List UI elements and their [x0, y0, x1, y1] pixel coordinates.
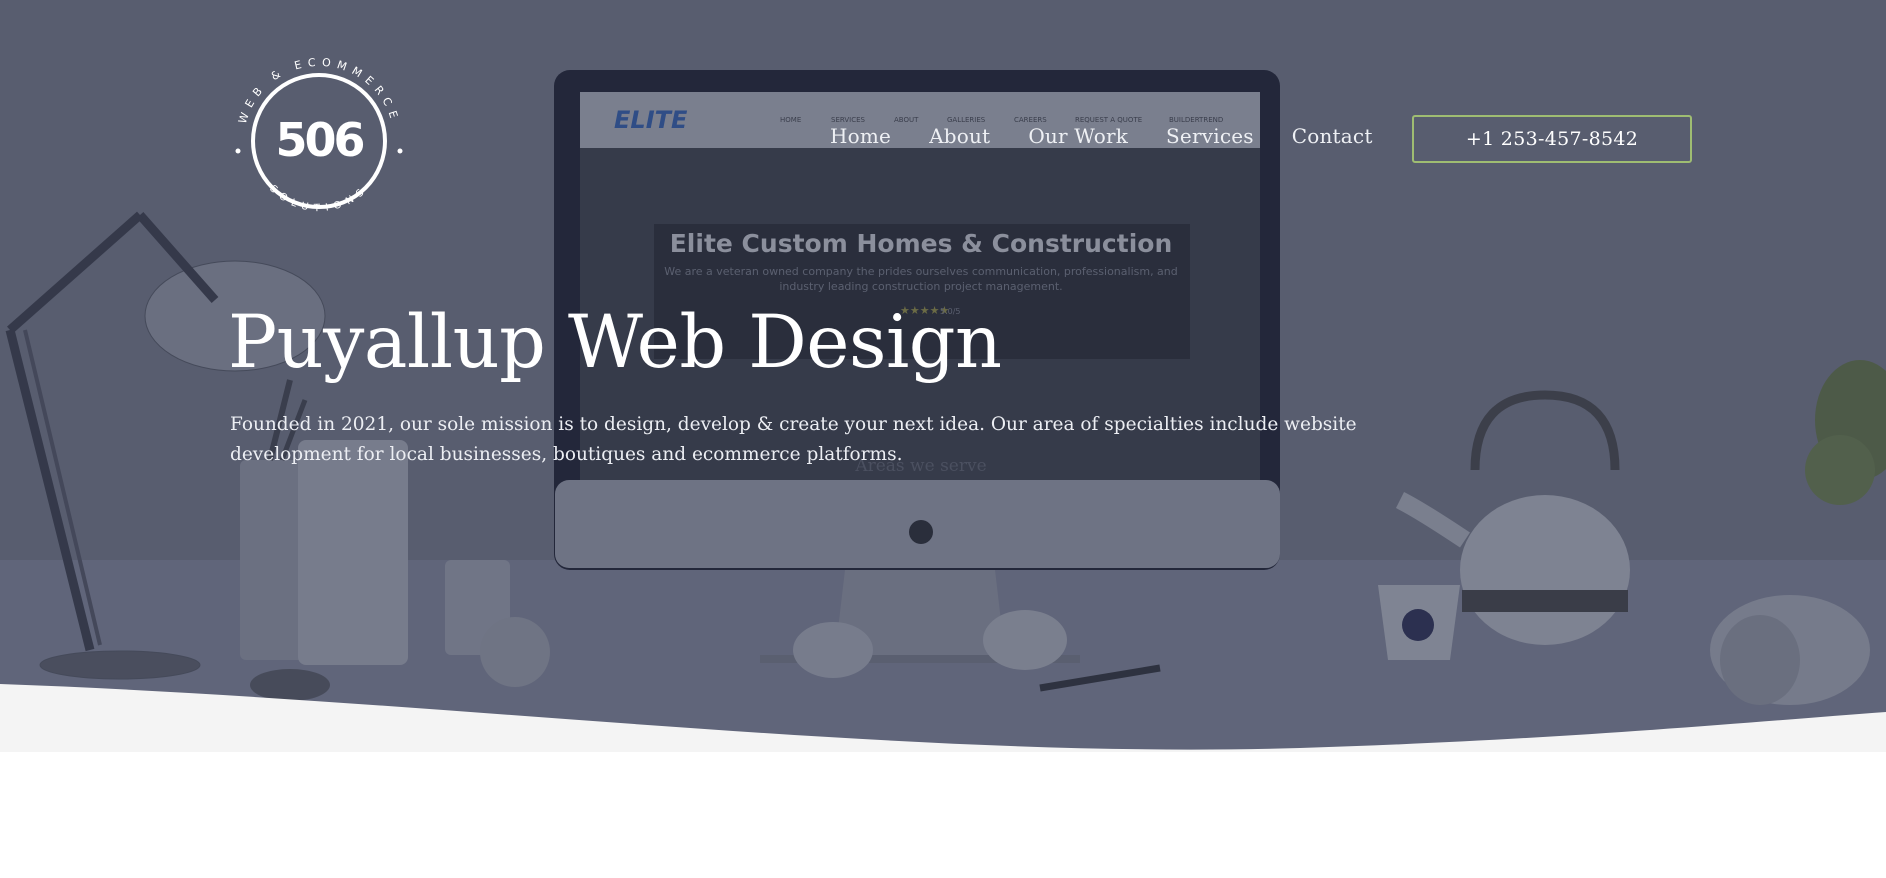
nav-home[interactable]: Home	[830, 124, 891, 148]
hero-title: Puyallup Web Design	[228, 300, 1002, 385]
main-nav: Home About Our Work Services Contact	[830, 124, 1373, 148]
nav-about[interactable]: About	[929, 124, 990, 148]
nav-contact[interactable]: Contact	[1292, 124, 1373, 148]
hero-description: Founded in 2021, our sole mission is to …	[230, 414, 1357, 465]
nav-services[interactable]: Services	[1166, 124, 1254, 148]
logo-number: 506	[275, 113, 363, 167]
content-section	[0, 752, 1886, 878]
hero-section: ELITE HOME SERVICES ABOUT GALLERIES CARE…	[0, 0, 1886, 752]
logo-bottom-text: SOLUTIONS	[267, 183, 371, 214]
company-logo[interactable]: WEB & ECOMMERCE 506 SOLUTIONS	[230, 52, 408, 230]
nav-our-work[interactable]: Our Work	[1028, 124, 1128, 148]
phone-button[interactable]: +1 253-457-8542	[1412, 115, 1692, 163]
